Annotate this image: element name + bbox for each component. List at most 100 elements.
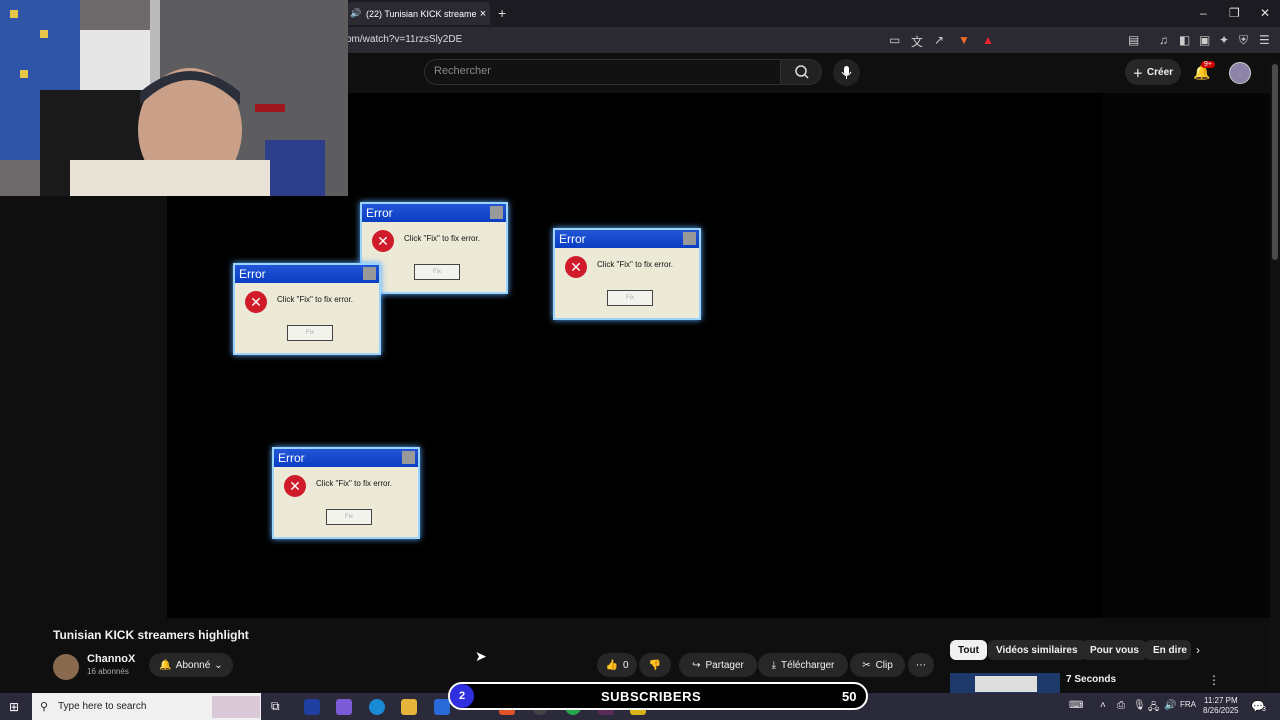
channel-avatar[interactable] — [53, 654, 79, 680]
error-window: Error ✕ Click "Fix" to fix error. Fix — [553, 228, 701, 320]
chip-for-you[interactable]: Pour vous — [1082, 640, 1147, 660]
like-count: 0 — [622, 659, 629, 671]
brave-shield-icon[interactable]: ▼ — [958, 33, 970, 47]
rewards-icon[interactable]: ▲ — [982, 33, 994, 47]
search-icon: ⚲ — [40, 701, 49, 713]
subscribe-label: Abonné — [175, 659, 211, 671]
tab-title: (22) Tunisian KICK streamers h — [366, 8, 476, 19]
error-message: Click "Fix" to fix error. — [277, 295, 353, 304]
sidebar-icon[interactable]: ◧ — [1179, 33, 1190, 47]
account-avatar[interactable] — [1229, 62, 1251, 84]
restore-button[interactable]: ❐ — [1229, 6, 1240, 20]
share-icon: ↪ — [692, 659, 701, 671]
create-button[interactable]: ＋ Créer — [1125, 59, 1181, 85]
error-message: Click "Fix" to fix error. — [597, 260, 673, 269]
close-icon — [490, 206, 503, 219]
error-window: Error ✕ Click "Fix" to fix error. Fix — [360, 202, 508, 294]
cast-icon[interactable]: ▭ — [889, 33, 900, 47]
fix-button: Fix — [414, 264, 460, 280]
windows-start-icon[interactable]: ⊞ — [9, 700, 19, 714]
media-icon[interactable]: ♫ — [1159, 33, 1168, 47]
fix-button: Fix — [326, 509, 372, 525]
error-x-icon: ✕ — [565, 256, 587, 278]
close-tab-icon[interactable]: × — [476, 8, 490, 20]
clip-label: Clip — [875, 659, 893, 671]
search-icon — [795, 65, 809, 79]
error-x-icon: ✕ — [284, 475, 306, 497]
chevron-down-icon: ⌄ — [214, 659, 223, 671]
close-icon — [402, 451, 415, 464]
mouse-cursor-icon: ➤ — [475, 648, 487, 664]
subscriber-count: 2 — [450, 684, 474, 708]
usb-icon[interactable]: ⎙ — [1117, 700, 1125, 711]
more-icon: ⋯ — [916, 659, 926, 671]
channel-subscribers: 16 abonnés — [87, 667, 129, 676]
error-x-icon: ✕ — [245, 291, 267, 313]
vpn-icon[interactable]: ⛨ — [1239, 33, 1248, 48]
error-title: Error — [366, 206, 393, 220]
clip-button[interactable]: ✂ Clip — [850, 653, 905, 677]
notification-badge: 9+ — [1201, 61, 1215, 68]
fix-button: Fix — [287, 325, 333, 341]
search-placeholder: Rechercher — [434, 65, 491, 77]
voice-search-button[interactable] — [833, 59, 860, 86]
network-icon[interactable]: 🖧 — [1148, 700, 1159, 717]
search-highlight-image — [212, 696, 260, 718]
dislike-button[interactable]: 👎 — [639, 653, 671, 677]
error-title: Error — [239, 267, 266, 281]
subscribe-button[interactable]: 🔔 Abonné ⌄ — [149, 653, 233, 677]
create-label: Créer — [1146, 66, 1174, 78]
download-button[interactable]: ⤓ Télécharger — [758, 653, 848, 677]
related-title[interactable]: 7 Seconds — [1066, 674, 1116, 685]
related-menu-icon[interactable]: ⋮ — [1208, 673, 1220, 687]
taskbar-clock[interactable]: 11:27 PM 8/26/2025 — [1203, 696, 1239, 716]
error-window: Error ✕ Click "Fix" to fix error. Fix — [272, 447, 420, 539]
new-tab-button[interactable]: + — [498, 5, 506, 21]
chip-live[interactable]: En dire — [1145, 640, 1191, 660]
search-button[interactable] — [780, 59, 822, 85]
wallet-icon[interactable]: ▣ — [1199, 33, 1210, 47]
clock-date: 8/26/2025 — [1203, 706, 1239, 715]
webcam-overlay — [0, 0, 348, 196]
browser-tab[interactable]: 🔊 (22) Tunisian KICK streamers h × — [348, 2, 490, 25]
url-text[interactable]: om/watch?v=11rzsSly2DE — [346, 34, 462, 45]
copilot-icon[interactable] — [336, 699, 352, 715]
error-message: Click "Fix" to fix error. — [316, 479, 392, 488]
leo-icon[interactable]: ✦ — [1219, 33, 1229, 47]
translate-icon[interactable]: 文 — [911, 33, 923, 50]
subscriber-label: SUBSCRIBERS — [601, 689, 702, 704]
audio-icon: 🔊 — [350, 8, 362, 18]
volume-icon[interactable]: 🔊 — [1164, 700, 1176, 711]
scissors-icon: ✂ — [862, 659, 871, 671]
error-x-icon: ✕ — [372, 230, 394, 252]
language-indicator[interactable]: FRA — [1180, 700, 1196, 709]
chevron-right-icon[interactable]: › — [1196, 643, 1200, 657]
bell-icon: 🔔 — [159, 659, 172, 671]
edge-icon[interactable] — [369, 699, 385, 715]
more-actions-button[interactable]: ⋯ — [908, 653, 934, 677]
thumbs-up-icon: 👍 — [605, 659, 618, 671]
microphone-tray-icon[interactable]: 🎙 — [1133, 700, 1146, 711]
download-label: Télécharger — [781, 659, 835, 671]
file-explorer-icon[interactable] — [401, 699, 417, 715]
webcam-image — [0, 0, 348, 196]
thumbs-down-icon: 👎 — [648, 659, 662, 671]
scrollbar-thumb[interactable] — [1272, 64, 1278, 260]
related-thumbnail-image — [975, 676, 1037, 692]
store-icon[interactable] — [434, 699, 450, 715]
reader-icon[interactable]: ▤ — [1128, 33, 1139, 47]
keyboard-icon[interactable]: ⌨ — [1069, 700, 1083, 711]
share-button[interactable]: ↪ Partager — [679, 653, 757, 677]
close-window-button[interactable]: ✕ — [1260, 6, 1270, 20]
error-message: Click "Fix" to fix error. — [404, 234, 480, 243]
tray-chevron-icon[interactable]: ˄ — [1100, 700, 1106, 711]
task-view-icon[interactable]: ⧉ — [271, 699, 280, 714]
chip-similar[interactable]: Vidéos similaires — [988, 640, 1086, 660]
like-button[interactable]: 👍 0 — [597, 653, 637, 677]
chip-all[interactable]: Tout — [950, 640, 987, 660]
menu-icon[interactable]: ☰ — [1259, 33, 1270, 47]
minimize-button[interactable]: – — [1200, 6, 1207, 20]
app-icon[interactable] — [304, 699, 320, 715]
share-page-icon[interactable]: ↗ — [934, 33, 944, 47]
channel-name[interactable]: ChannoX — [87, 653, 135, 665]
